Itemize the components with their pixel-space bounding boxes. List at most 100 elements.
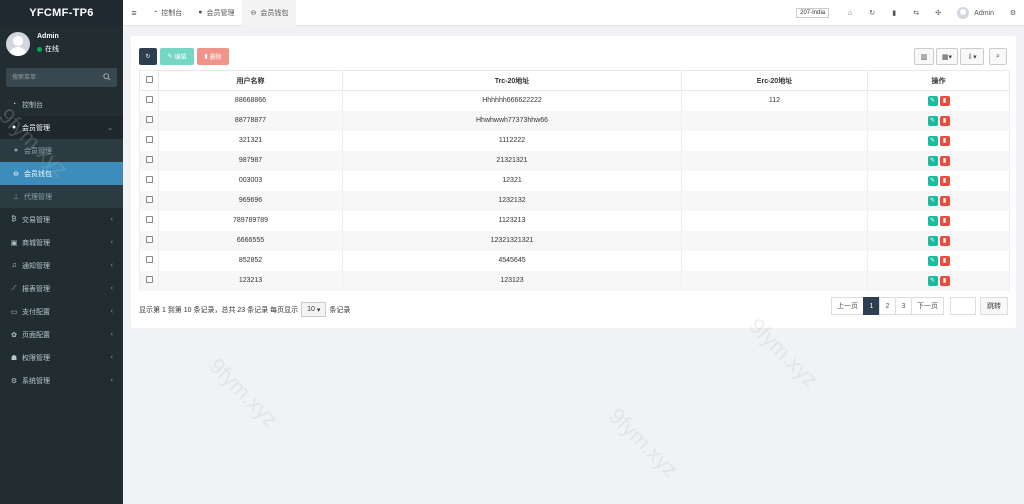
- sidebar-item-perm-mgmt[interactable]: ☗ 权限管理 ‹: [0, 346, 123, 369]
- prev-page-button[interactable]: 上一页: [831, 297, 864, 315]
- sidebar-item-sys-mgmt[interactable]: ⚙ 系统管理 ‹: [0, 369, 123, 392]
- user-icon: ●: [198, 9, 203, 16]
- row-checkbox[interactable]: [145, 276, 153, 283]
- row-delete-icon[interactable]: ▮: [939, 115, 950, 126]
- row-delete-icon[interactable]: ▮: [939, 235, 950, 246]
- table-row: 321321 1112222 ✎ ▮: [139, 130, 1010, 151]
- brand-logo[interactable]: YFCMF-TP6: [0, 0, 123, 26]
- row-edit-icon[interactable]: ✎: [927, 115, 938, 126]
- tab-member-mgmt[interactable]: ● 会员管理: [190, 0, 242, 26]
- sidebar-item-dashboard[interactable]: ◔ 控制台: [0, 93, 123, 116]
- row-checkbox[interactable]: [145, 236, 153, 243]
- sidebar-item-mall-mgmt[interactable]: ▣ 商城管理 ‹: [0, 231, 123, 254]
- row-delete-icon[interactable]: ▮: [939, 175, 950, 186]
- select-all-checkbox[interactable]: [145, 76, 153, 83]
- toggle-view-button[interactable]: ▥: [914, 48, 934, 65]
- row-checkbox[interactable]: [145, 196, 153, 203]
- sidebar-item-pay-config[interactable]: ▭ 支付配置 ‹: [0, 300, 123, 323]
- edit-button[interactable]: ✎ 编辑: [160, 48, 194, 65]
- row-delete-icon[interactable]: ▮: [939, 215, 950, 226]
- row-edit-icon[interactable]: ✎: [927, 135, 938, 146]
- tab-member-wallet[interactable]: ⊖ 会员钱包: [242, 0, 297, 26]
- refresh-icon[interactable]: ↻: [861, 9, 883, 17]
- tab-dashboard[interactable]: ◔ 控制台: [145, 0, 190, 26]
- jump-page-input[interactable]: [950, 297, 976, 315]
- page-info-suffix: 条记录: [329, 306, 351, 314]
- sidebar-item-label: 交易管理: [22, 216, 50, 224]
- gears-icon[interactable]: ⚙: [1002, 9, 1024, 17]
- menu-toggle-icon[interactable]: ≡: [123, 8, 145, 18]
- dashboard-icon: ◔: [11, 101, 17, 108]
- table-row: 852852 4545645 ✎ ▮: [139, 250, 1010, 271]
- next-page-button[interactable]: 下一页: [911, 297, 944, 315]
- sidebar-item-member-sub[interactable]: ● 会员管理: [0, 139, 123, 162]
- lang-badge[interactable]: 207-India: [796, 8, 830, 18]
- row-checkbox[interactable]: [145, 216, 153, 223]
- row-checkbox[interactable]: [145, 256, 153, 263]
- sidebar-item-page-config[interactable]: ✿ 页面配置 ‹: [0, 323, 123, 346]
- row-select-cell: [139, 190, 159, 211]
- sidebar-item-label: 控制台: [22, 101, 43, 109]
- row-edit-icon[interactable]: ✎: [927, 235, 938, 246]
- row-edit-icon[interactable]: ✎: [927, 275, 938, 286]
- row-edit-icon[interactable]: ✎: [927, 95, 938, 106]
- sidebar-item-label: 系统管理: [22, 377, 50, 385]
- sidebar-item-member-mgmt[interactable]: ● 会员管理 ⌄: [0, 116, 123, 139]
- row-delete-icon[interactable]: ▮: [939, 155, 950, 166]
- avatar[interactable]: [957, 7, 970, 19]
- row-edit-icon[interactable]: ✎: [927, 215, 938, 226]
- row-edit-icon[interactable]: ✎: [927, 195, 938, 206]
- table-row: 88668866 Hhhhhh666622222 112 ✎ ▮: [139, 90, 1010, 111]
- page-info-text: 显示第 1 到第 10 条记录，总共 23 条记录 每页显示: [139, 306, 299, 314]
- row-edit-icon[interactable]: ✎: [927, 175, 938, 186]
- col-header-erc20[interactable]: Erc-20地址: [681, 70, 868, 91]
- page-size-select[interactable]: 10 ▾: [301, 302, 327, 317]
- cell-actions: ✎ ▮: [867, 90, 1010, 111]
- fullscreen-icon[interactable]: ✣: [927, 9, 949, 17]
- cell-actions: ✎ ▮: [867, 190, 1010, 211]
- refresh-button[interactable]: ↻: [139, 48, 157, 65]
- cell-trc20: 12321: [342, 170, 682, 191]
- translate-icon[interactable]: ⇆: [905, 9, 927, 17]
- row-checkbox[interactable]: [145, 156, 153, 163]
- pagination: 上一页 1 2 3 下一页 跳转: [831, 297, 1008, 315]
- row-checkbox[interactable]: [145, 116, 153, 123]
- user-name: Admin: [37, 33, 59, 40]
- row-delete-icon[interactable]: ▮: [939, 195, 950, 206]
- export-button[interactable]: ⇩▾: [960, 48, 984, 65]
- col-header-trc20[interactable]: Trc-20地址: [342, 70, 682, 91]
- col-header-username[interactable]: 用户名称: [158, 70, 343, 91]
- sidebar-search: [6, 68, 117, 87]
- admin-name[interactable]: Admin: [974, 10, 994, 17]
- page-button-3[interactable]: 3: [895, 297, 912, 315]
- trash-icon[interactable]: ▮: [883, 9, 905, 17]
- jump-button[interactable]: 跳转: [980, 297, 1008, 315]
- page-button-2[interactable]: 2: [879, 297, 896, 315]
- row-select-cell: [139, 90, 159, 111]
- row-checkbox[interactable]: [145, 176, 153, 183]
- sidebar-item-member-wallet[interactable]: ⊖ 会员钱包: [0, 162, 123, 185]
- columns-icon: ▥: [920, 53, 928, 61]
- user-icon: ●: [11, 124, 17, 131]
- cell-erc20: [681, 110, 868, 131]
- sidebar-item-report-mgmt[interactable]: ⟋ 报表管理 ‹: [0, 277, 123, 300]
- row-edit-icon[interactable]: ✎: [927, 155, 938, 166]
- sidebar-item-trade-mgmt[interactable]: ₿ 交易管理 ‹: [0, 208, 123, 231]
- dashboard-icon: ◔: [153, 9, 158, 16]
- delete-button[interactable]: ▮ 删除: [197, 48, 229, 65]
- search-input[interactable]: [6, 68, 102, 87]
- home-icon[interactable]: ⌂: [839, 10, 861, 17]
- row-delete-icon[interactable]: ▮: [939, 255, 950, 266]
- sidebar-item-notice-mgmt[interactable]: ♫ 通知管理 ‹: [0, 254, 123, 277]
- sidebar-item-agent-mgmt[interactable]: ⊥ 代理管理: [0, 185, 123, 208]
- columns-button[interactable]: ▦▾: [936, 48, 958, 65]
- page-button-1[interactable]: 1: [863, 297, 880, 315]
- row-delete-icon[interactable]: ▮: [939, 135, 950, 146]
- search-button[interactable]: ⌕: [989, 48, 1007, 65]
- row-delete-icon[interactable]: ▮: [939, 275, 950, 286]
- search-icon[interactable]: [103, 73, 111, 81]
- row-checkbox[interactable]: [145, 96, 153, 104]
- row-checkbox[interactable]: [145, 136, 153, 143]
- row-delete-icon[interactable]: ▮: [939, 95, 950, 106]
- row-edit-icon[interactable]: ✎: [927, 255, 938, 266]
